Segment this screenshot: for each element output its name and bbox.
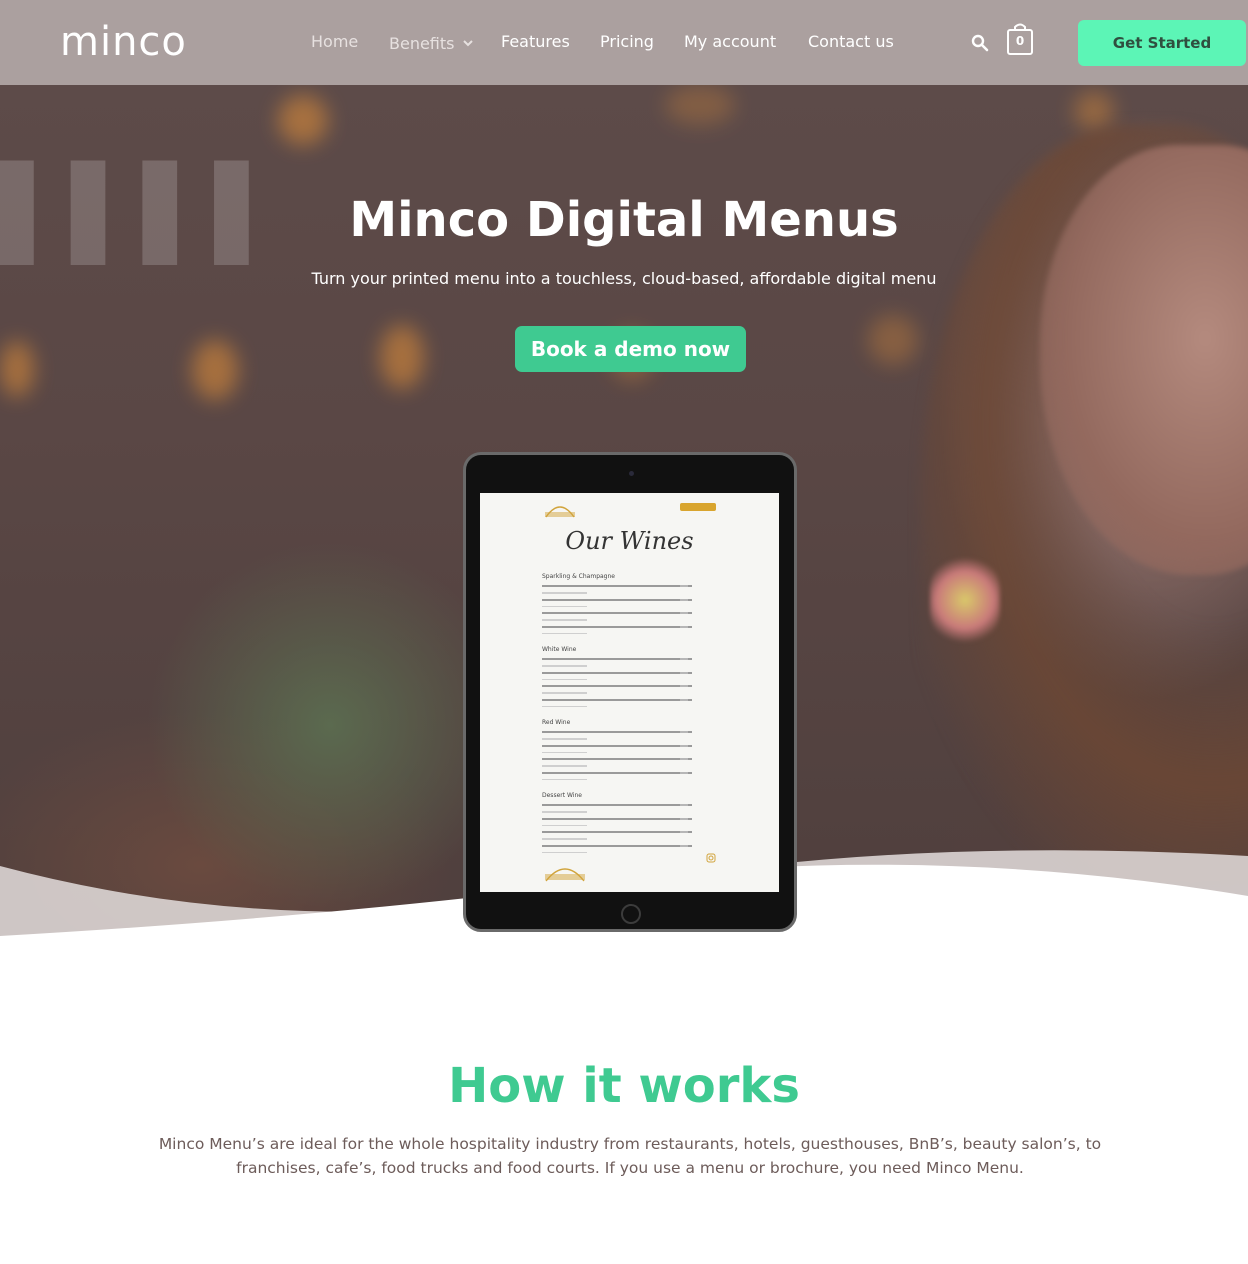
food-on-fork xyxy=(930,555,1000,645)
bokeh-light xyxy=(278,95,328,145)
tablet-screen: Our Wines Sparkling & Champagne White Wi… xyxy=(480,493,779,892)
hero-subtitle: Turn your printed menu into a touchless,… xyxy=(311,269,937,288)
menu-section: Sparkling & Champagne xyxy=(542,573,692,639)
section-heading: Red Wine xyxy=(542,719,571,726)
restaurant-logo-icon xyxy=(545,506,575,518)
nav-home[interactable]: Home xyxy=(311,30,358,54)
nav-benefits[interactable]: Benefits xyxy=(389,30,473,56)
bokeh-light xyxy=(665,85,735,125)
cart-count-badge: 0 xyxy=(1015,34,1025,48)
hero-title: Minco Digital Menus xyxy=(349,192,899,248)
nav-my-account[interactable]: My account xyxy=(684,30,776,54)
menu-section: Red Wine xyxy=(542,719,692,785)
menu-title: Our Wines xyxy=(565,527,694,555)
tablet-home-button xyxy=(621,904,641,924)
site-header: minco Home Benefits Features Pricing My … xyxy=(0,0,1248,85)
nav-benefits-label: Benefits xyxy=(389,34,455,53)
shopping-bag-icon[interactable]: 0 xyxy=(1006,22,1034,56)
section-heading: Sparkling & Champagne xyxy=(542,573,615,580)
logo-text: minco xyxy=(60,19,187,65)
bokeh-light xyxy=(380,325,424,389)
nav-features[interactable]: Features xyxy=(501,30,570,54)
order-button[interactable] xyxy=(680,503,716,511)
minco-logo[interactable]: minco xyxy=(60,18,187,66)
nav-contact[interactable]: Contact us xyxy=(808,30,894,54)
book-demo-button[interactable]: Book a demo now xyxy=(515,326,746,372)
get-started-button[interactable]: Get Started xyxy=(1078,20,1246,66)
bokeh-light xyxy=(192,340,238,400)
bokeh-light xyxy=(1074,91,1114,131)
section-heading: Dessert Wine xyxy=(542,792,582,799)
chevron-down-icon xyxy=(462,30,473,54)
how-it-works-title: How it works xyxy=(448,1058,800,1114)
search-icon[interactable] xyxy=(971,34,989,52)
bokeh-light xyxy=(0,341,34,397)
menu-section: Dessert Wine xyxy=(542,792,692,858)
tablet-camera xyxy=(629,471,634,476)
section-heading: White Wine xyxy=(542,646,577,653)
tablet-mockup: Our Wines Sparkling & Champagne White Wi… xyxy=(463,452,797,932)
instagram-icon[interactable] xyxy=(706,853,716,863)
nav-pricing[interactable]: Pricing xyxy=(600,30,654,54)
restaurant-logo-icon xyxy=(545,868,585,882)
menu-section: White Wine xyxy=(542,646,692,712)
how-it-works-body: Minco Menu’s are ideal for the whole hos… xyxy=(158,1135,1102,1177)
bokeh-light xyxy=(868,315,918,365)
